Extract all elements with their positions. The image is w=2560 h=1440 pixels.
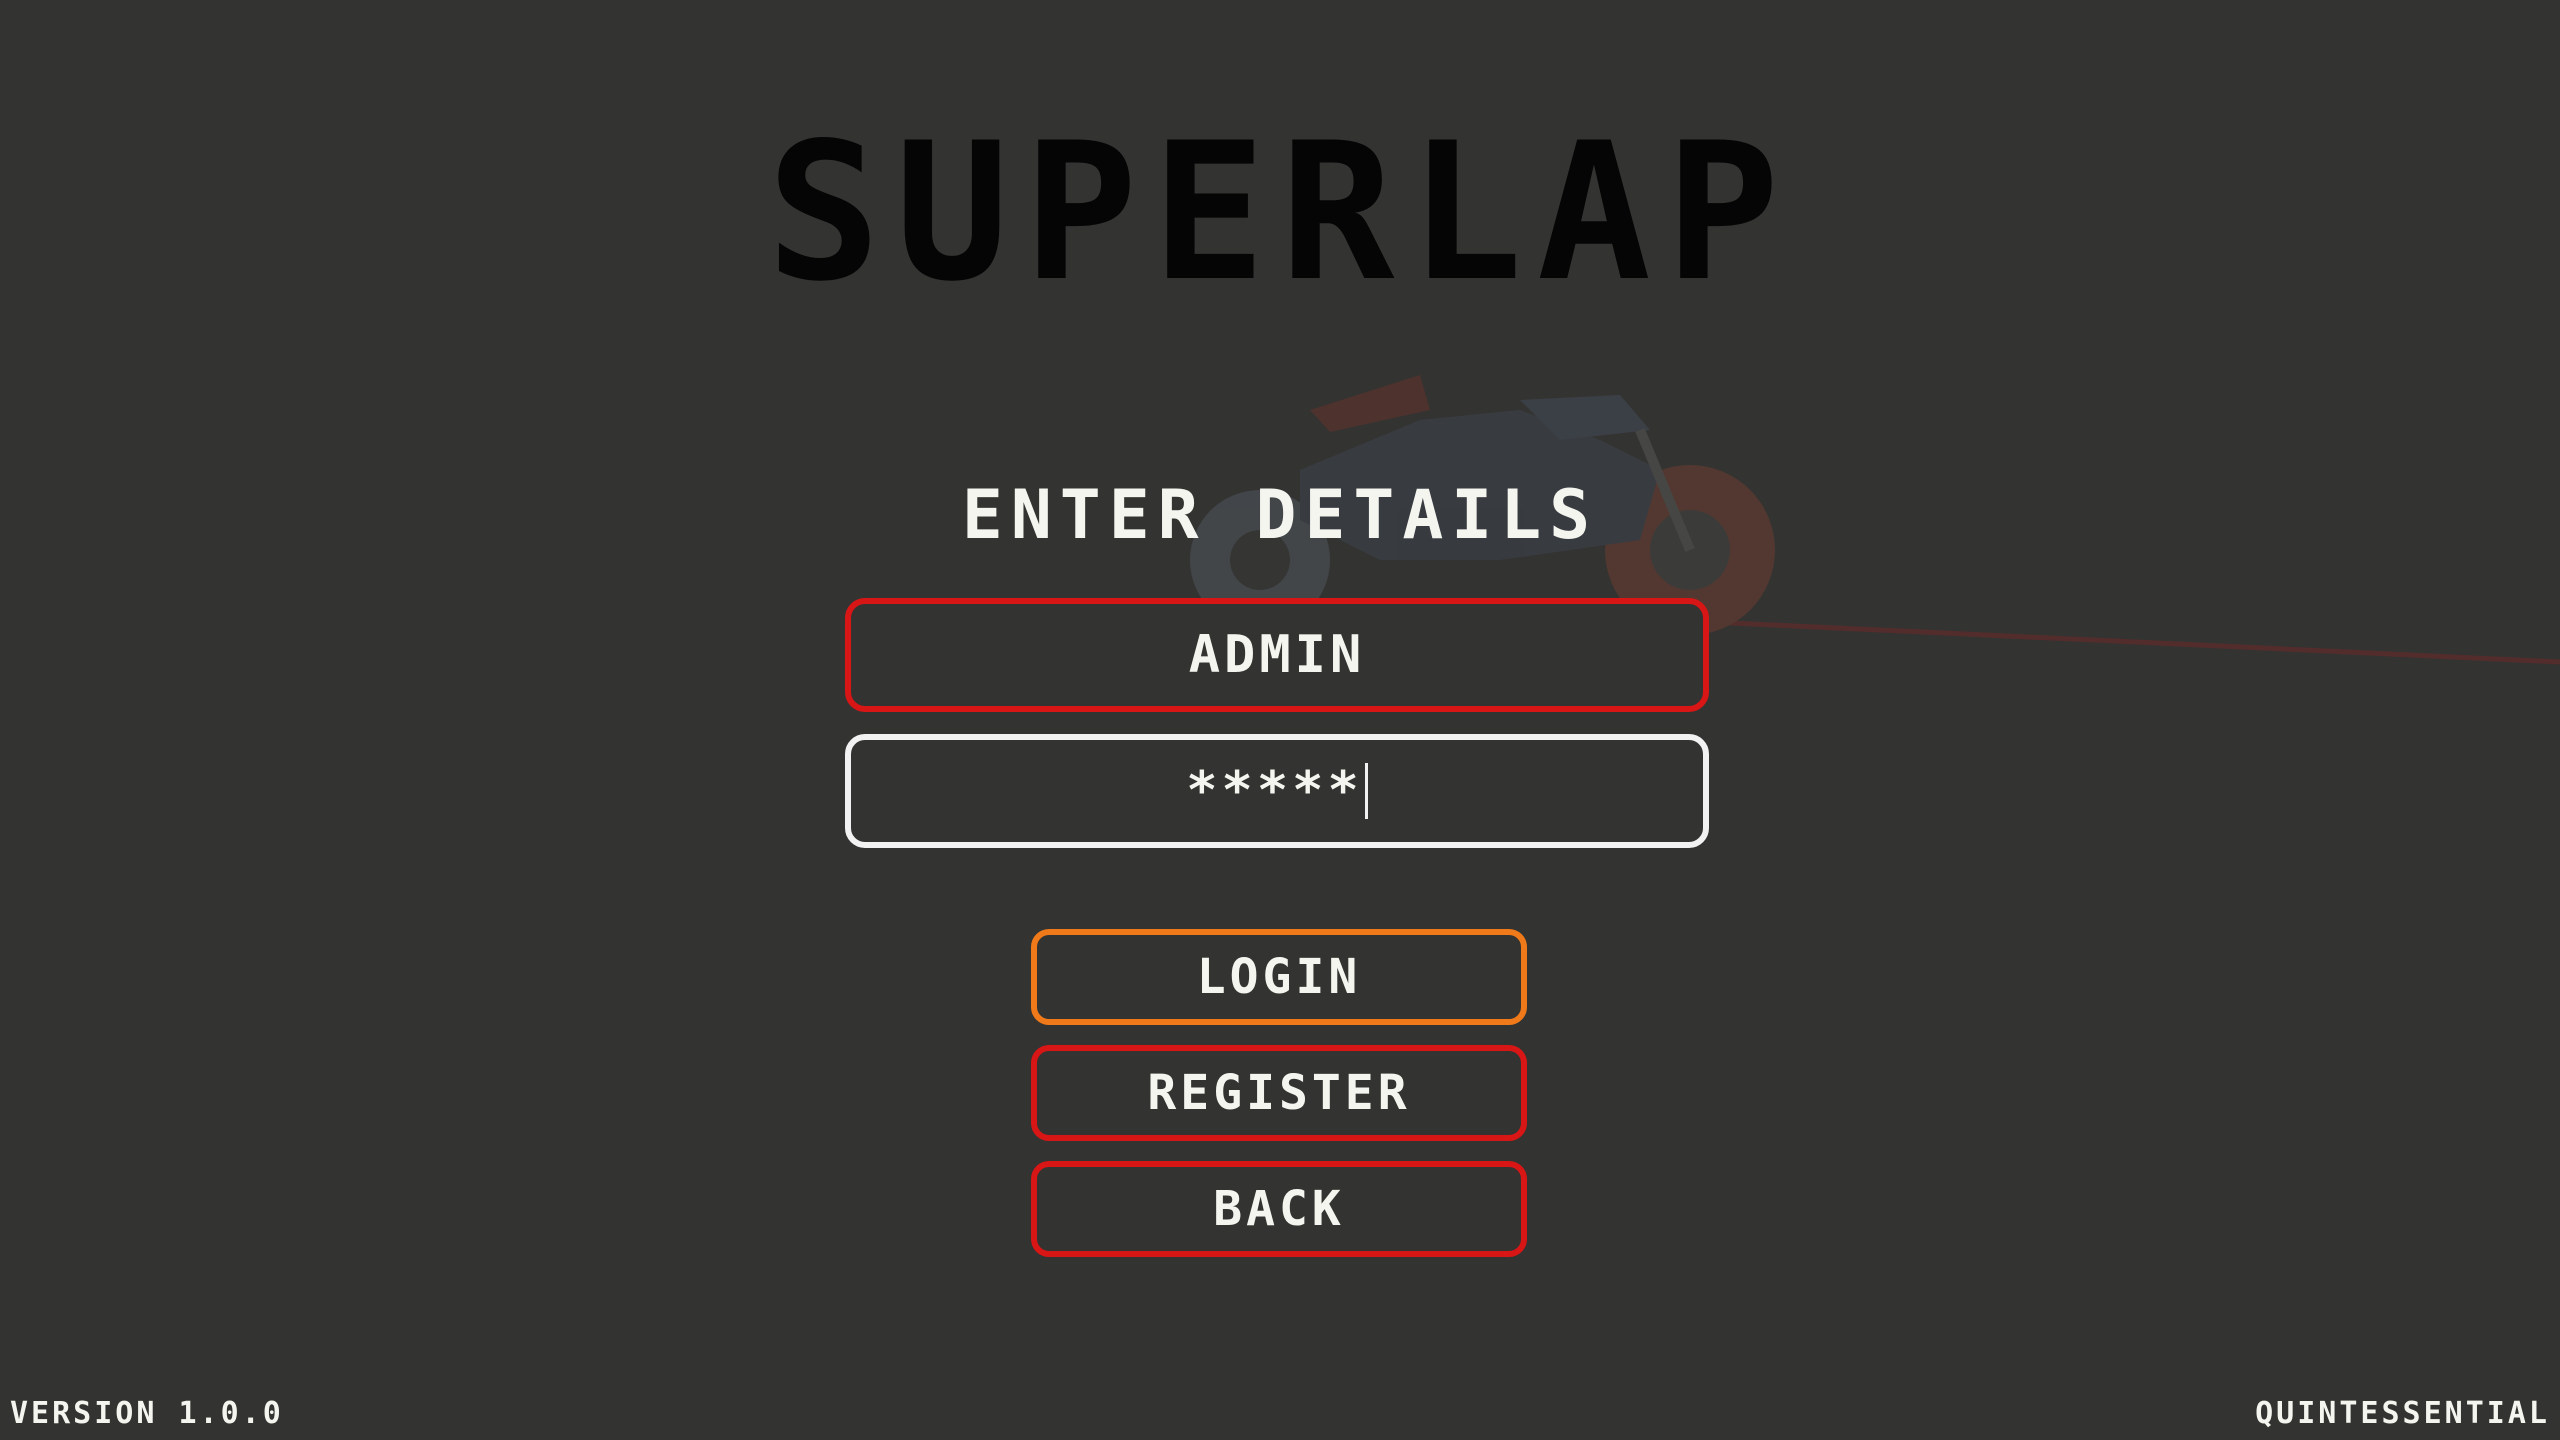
login-screen: SUPERLAP ENTER DETAILS ADMIN ***** LOGIN… — [0, 0, 2560, 1440]
password-value: ***** — [1186, 761, 1363, 821]
login-button[interactable]: LOGIN — [1031, 929, 1527, 1025]
game-title: SUPERLAP — [766, 102, 1794, 323]
text-caret — [1364, 763, 1368, 819]
username-field[interactable]: ADMIN — [845, 598, 1709, 712]
register-button-label: REGISTER — [1147, 1065, 1411, 1121]
back-button-label: BACK — [1213, 1181, 1345, 1237]
back-button[interactable]: BACK — [1031, 1161, 1527, 1257]
register-button[interactable]: REGISTER — [1031, 1045, 1527, 1141]
form-heading: ENTER DETAILS — [961, 476, 1599, 555]
studio-label: QUINTESSENTIAL — [2255, 1396, 2550, 1431]
version-label: VERSION 1.0.0 — [10, 1396, 284, 1431]
username-value: ADMIN — [1188, 625, 1366, 685]
login-button-label: LOGIN — [1196, 949, 1362, 1005]
password-field[interactable]: ***** — [845, 734, 1709, 848]
